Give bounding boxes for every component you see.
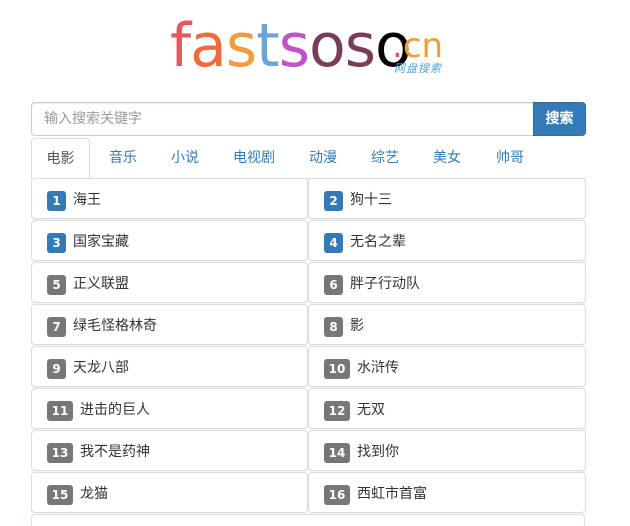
search-bar: 搜索 bbox=[31, 102, 586, 136]
result-item[interactable]: 15 龙猫 bbox=[31, 472, 308, 513]
result-item[interactable]: 1 海王 bbox=[31, 178, 308, 219]
logo-letter: a bbox=[190, 11, 227, 81]
logo-letter: o bbox=[308, 11, 346, 81]
result-item[interactable]: 8 影 bbox=[308, 304, 586, 345]
tab-beauty[interactable]: 美女 bbox=[417, 138, 477, 178]
rank-badge: 6 bbox=[324, 275, 343, 295]
rank-badge: 7 bbox=[47, 317, 66, 337]
logo-subtitle: 网盘搜索 bbox=[394, 62, 442, 75]
result-title: 无双 bbox=[357, 402, 385, 418]
tab-tv[interactable]: 电视剧 bbox=[223, 138, 285, 178]
logo-letter: s bbox=[278, 11, 310, 81]
tab-handsome[interactable]: 帅哥 bbox=[480, 138, 540, 178]
rank-badge: 15 bbox=[47, 485, 73, 505]
rank-badge: 13 bbox=[47, 443, 73, 463]
tab-variety[interactable]: 综艺 bbox=[355, 138, 415, 178]
tab-novel[interactable]: 小说 bbox=[155, 138, 215, 178]
result-title: 正义联盟 bbox=[73, 276, 129, 292]
result-item[interactable]: 16 西虹市首富 bbox=[308, 472, 586, 513]
rank-badge: 10 bbox=[324, 359, 350, 379]
result-title: 无名之辈 bbox=[350, 234, 406, 250]
rank-badge: 3 bbox=[47, 233, 66, 253]
site-logo[interactable]: fastsoso .cn 网盘搜索 bbox=[170, 14, 460, 78]
rank-badge: 11 bbox=[47, 401, 73, 421]
result-item[interactable]: 3 国家宝藏 bbox=[31, 220, 308, 261]
result-title: 进击的巨人 bbox=[80, 402, 150, 418]
result-item[interactable]: 11 进击的巨人 bbox=[31, 388, 308, 429]
logo-letter: s bbox=[344, 11, 376, 81]
rank-badge: 12 bbox=[324, 401, 350, 421]
logo-letter: s bbox=[225, 11, 257, 81]
search-button[interactable]: 搜索 bbox=[533, 102, 586, 136]
tab-anime[interactable]: 动漫 bbox=[293, 138, 353, 178]
result-item[interactable]: 14 找到你 bbox=[308, 430, 586, 471]
rank-badge: 8 bbox=[324, 317, 343, 337]
rank-badge: 4 bbox=[324, 233, 343, 253]
result-title: 狗十三 bbox=[350, 192, 392, 208]
tab-movie[interactable]: 电影 bbox=[31, 138, 90, 179]
logo-letter: f bbox=[170, 11, 191, 81]
result-item[interactable]: 10 水浒传 bbox=[308, 346, 586, 387]
result-title: 绿毛怪格林奇 bbox=[73, 318, 157, 334]
rank-badge: 9 bbox=[47, 359, 66, 379]
result-item[interactable]: 2 狗十三 bbox=[308, 178, 586, 219]
result-title: 我不是药神 bbox=[80, 444, 150, 460]
rank-badge: 16 bbox=[324, 485, 350, 505]
result-title: 水浒传 bbox=[357, 360, 399, 376]
result-title: 海王 bbox=[73, 192, 101, 208]
result-title: 西虹市首富 bbox=[357, 486, 427, 502]
rank-badge: 14 bbox=[324, 443, 350, 463]
result-title: 国家宝藏 bbox=[73, 234, 129, 250]
result-title: 天龙八部 bbox=[73, 360, 129, 376]
search-input[interactable] bbox=[31, 102, 533, 136]
logo-letter: t bbox=[256, 11, 280, 81]
result-title: 找到你 bbox=[357, 444, 399, 460]
tab-music[interactable]: 音乐 bbox=[94, 138, 152, 178]
next-row-edge bbox=[31, 514, 585, 526]
result-item[interactable]: 13 我不是药神 bbox=[31, 430, 308, 471]
rank-badge: 2 bbox=[324, 191, 343, 211]
result-title: 影 bbox=[350, 318, 364, 334]
rank-badge: 1 bbox=[47, 191, 66, 211]
rank-badge: 5 bbox=[47, 275, 66, 295]
result-item[interactable]: 6 胖子行动队 bbox=[308, 262, 586, 303]
result-item[interactable]: 5 正义联盟 bbox=[31, 262, 308, 303]
category-tabs: 电影 音乐 小说 电视剧 动漫 综艺 美女 帅哥 bbox=[31, 136, 586, 179]
result-item[interactable]: 7 绿毛怪格林奇 bbox=[31, 304, 308, 345]
result-title: 龙猫 bbox=[80, 486, 108, 502]
logo-wordmark: fastsoso bbox=[170, 11, 412, 81]
result-item[interactable]: 9 天龙八部 bbox=[31, 346, 308, 387]
result-item[interactable]: 12 无双 bbox=[308, 388, 586, 429]
result-title: 胖子行动队 bbox=[350, 276, 420, 292]
result-item[interactable]: 4 无名之辈 bbox=[308, 220, 586, 261]
